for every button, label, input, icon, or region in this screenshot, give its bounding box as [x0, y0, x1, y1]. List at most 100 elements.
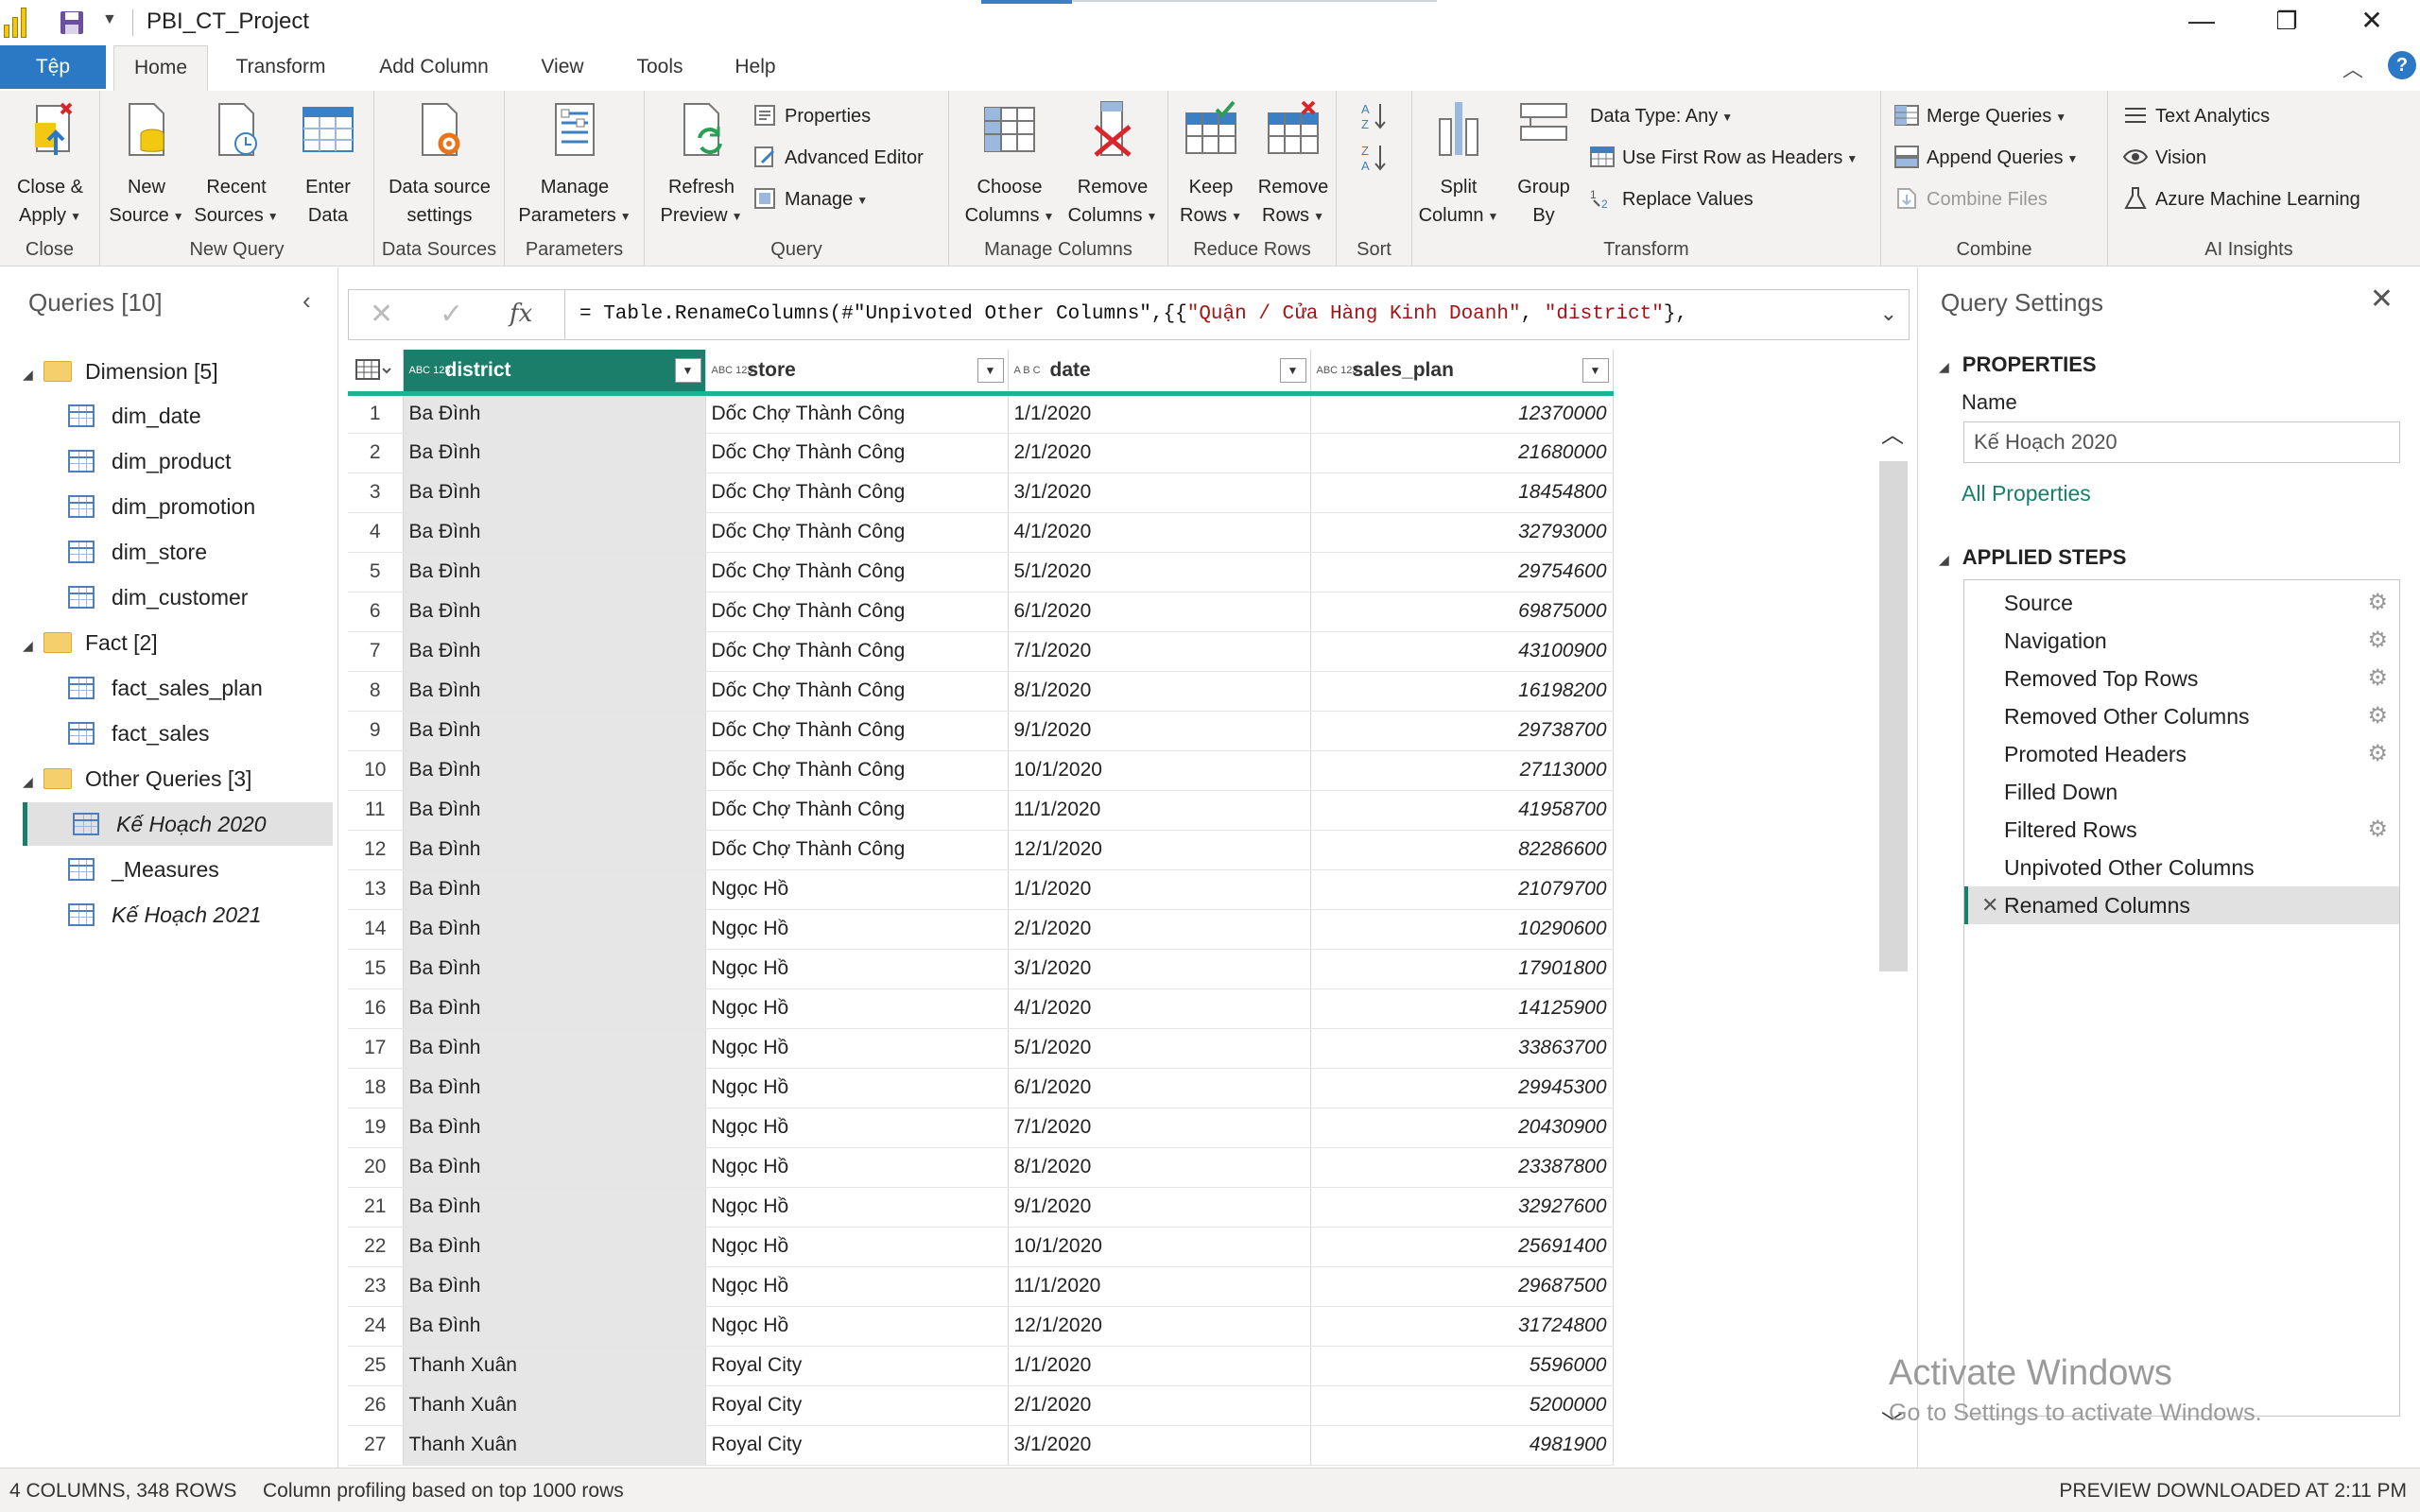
choose-columns-button[interactable]: Choose Columns ▼ [953, 100, 1066, 231]
cell-store[interactable]: Dốc Chợ Thành Công [705, 750, 1009, 791]
cell-store[interactable]: Dốc Chợ Thành Công [705, 631, 1009, 672]
cell-district[interactable]: Ba Đình [403, 1147, 706, 1188]
cell-district[interactable]: Thanh Xuân [403, 1346, 706, 1386]
cell-sales-plan[interactable]: 32927600 [1310, 1187, 1614, 1228]
cell-sales-plan[interactable]: 10290600 [1310, 909, 1614, 950]
cell-sales-plan[interactable]: 69875000 [1310, 592, 1614, 632]
cell-date[interactable]: 2/1/2020 [1008, 433, 1311, 473]
cell-sales-plan[interactable]: 43100900 [1310, 631, 1614, 672]
cell-sales-plan[interactable]: 14125900 [1310, 988, 1614, 1029]
query-folder-other[interactable]: ◢ Other Queries [3] [23, 757, 335, 800]
cell-sales-plan[interactable]: 32793000 [1310, 512, 1614, 553]
vertical-scrollbar[interactable]: ︿ ﹀ [1877, 416, 1910, 1455]
cell-sales-plan[interactable]: 29754600 [1310, 552, 1614, 593]
cell-sales-plan[interactable]: 5200000 [1310, 1385, 1614, 1426]
close-settings-icon[interactable]: ✕ [2370, 283, 2394, 316]
cell-district[interactable]: Ba Đình [403, 750, 706, 791]
cell-store[interactable]: Ngọc Hồ [705, 1227, 1009, 1267]
append-queries-button[interactable]: Append Queries ▼ [1894, 142, 2078, 174]
cell-date[interactable]: 1/1/2020 [1008, 1346, 1311, 1386]
cell-store[interactable]: Ngọc Hồ [705, 909, 1009, 950]
cell-store[interactable]: Dốc Chợ Thành Công [705, 592, 1009, 632]
cell-store[interactable]: Royal City [705, 1346, 1009, 1386]
cell-date[interactable]: 4/1/2020 [1008, 988, 1311, 1029]
cell-sales-plan[interactable]: 31724800 [1310, 1306, 1614, 1347]
vision-button[interactable]: Vision [2122, 142, 2206, 174]
fx-icon[interactable]: fx [510, 300, 532, 328]
cell-store[interactable]: Ngọc Hồ [705, 1068, 1009, 1108]
text-analytics-button[interactable]: Text Analytics [2123, 100, 2270, 132]
cell-district[interactable]: Ba Đình [403, 1187, 706, 1228]
cell-store[interactable]: Dốc Chợ Thành Công [705, 433, 1009, 473]
sort-ascending-button[interactable]: AZ [1361, 100, 1388, 132]
cell-sales-plan[interactable]: 21079700 [1310, 869, 1614, 910]
manage-parameters-button[interactable]: Manage Parameters ▼ [509, 100, 641, 231]
column-header-store[interactable]: ABC 123store ▼ [705, 350, 1009, 396]
group-by-button[interactable]: Group By [1507, 100, 1581, 230]
query-item-dim-date[interactable]: dim_date [68, 394, 333, 438]
properties-section[interactable]: ◢ PROPERTIES [1939, 352, 2097, 377]
cell-district[interactable]: Ba Đình [403, 393, 706, 434]
remove-columns-button[interactable]: Remove Columns ▼ [1059, 100, 1167, 231]
cell-district[interactable]: Ba Đình [403, 512, 706, 553]
cell-date[interactable]: 5/1/2020 [1008, 552, 1311, 593]
query-folder-dimension[interactable]: ◢ Dimension [5] [23, 350, 335, 393]
cell-store[interactable]: Ngọc Hồ [705, 1147, 1009, 1188]
cancel-formula-icon[interactable]: ✕ [370, 298, 393, 331]
cell-sales-plan[interactable]: 23387800 [1310, 1147, 1614, 1188]
status-profiling[interactable]: Column profiling based on top 1000 rows [263, 1480, 624, 1503]
tab-file[interactable]: Tệp [0, 45, 106, 89]
cell-district[interactable]: Ba Đình [403, 1108, 706, 1148]
sort-descending-button[interactable]: ZA [1361, 142, 1388, 174]
applied-step[interactable]: Removed Top Rows ⚙ [1964, 660, 2399, 697]
cell-date[interactable]: 1/1/2020 [1008, 393, 1311, 434]
applied-step[interactable]: Removed Other Columns ⚙ [1964, 697, 2399, 735]
column-filter-icon[interactable]: ▼ [1582, 358, 1609, 383]
query-item-dim-product[interactable]: dim_product [68, 439, 333, 483]
cell-store[interactable]: Dốc Chợ Thành Công [705, 671, 1009, 712]
cell-date[interactable]: 2/1/2020 [1008, 1385, 1311, 1426]
merge-queries-dropdown-icon[interactable]: ▼ [2055, 111, 2066, 124]
cell-date[interactable]: 3/1/2020 [1008, 472, 1311, 513]
expand-formula-icon[interactable]: ⌄ [1880, 301, 1897, 326]
append-queries-dropdown-icon[interactable]: ▼ [2067, 152, 2079, 165]
cell-sales-plan[interactable]: 20430900 [1310, 1108, 1614, 1148]
tab-transform[interactable]: Transform [219, 45, 342, 89]
step-settings-gear-icon[interactable]: ⚙ [2367, 697, 2388, 735]
cell-store[interactable]: Ngọc Hồ [705, 1266, 1009, 1307]
remove-rows-dropdown-icon[interactable]: ▼ [1313, 210, 1324, 223]
cell-store[interactable]: Dốc Chợ Thành Công [705, 790, 1009, 831]
delete-step-icon[interactable]: ✕ [1981, 886, 1998, 924]
column-filter-icon[interactable]: ▼ [1279, 358, 1306, 383]
cell-district[interactable]: Ba Đình [403, 1227, 706, 1267]
cell-district[interactable]: Ba Đình [403, 909, 706, 950]
cell-date[interactable]: 6/1/2020 [1008, 592, 1311, 632]
cell-sales-plan[interactable]: 29738700 [1310, 711, 1614, 751]
cell-date[interactable]: 2/1/2020 [1008, 909, 1311, 950]
query-item-dim-promotion[interactable]: dim_promotion [68, 485, 333, 528]
cell-sales-plan[interactable]: 27113000 [1310, 750, 1614, 791]
cell-sales-plan[interactable]: 21680000 [1310, 433, 1614, 473]
tab-help[interactable]: Help [724, 45, 786, 89]
cell-sales-plan[interactable]: 29945300 [1310, 1068, 1614, 1108]
applied-step[interactable]: Unpivoted Other Columns [1964, 849, 2399, 886]
split-column-button[interactable]: Split Column ▼ [1412, 100, 1505, 231]
expand-triangle-icon[interactable]: ◢ [23, 760, 43, 803]
collapse-ribbon-icon[interactable]: ︿ [2342, 53, 2363, 83]
manage-parameters-dropdown-icon[interactable]: ▼ [620, 210, 631, 223]
query-item-fact-sales-plan[interactable]: fact_sales_plan [68, 666, 333, 710]
cell-store[interactable]: Dốc Chợ Thành Công [705, 393, 1009, 434]
data-type-dropdown[interactable]: Data Type: Any ▼ [1590, 100, 1733, 132]
advanced-editor-button[interactable]: Advanced Editor [752, 142, 924, 174]
cell-district[interactable]: Ba Đình [403, 1306, 706, 1347]
cell-district[interactable]: Ba Đình [403, 671, 706, 712]
tab-home[interactable]: Home [113, 45, 208, 91]
azure-ml-button[interactable]: Azure Machine Learning [2123, 183, 2360, 215]
cell-district[interactable]: Ba Đình [403, 1028, 706, 1069]
collapse-queries-icon[interactable]: ‹ [302, 286, 311, 316]
cell-district[interactable]: Ba Đình [403, 711, 706, 751]
cell-store[interactable]: Ngọc Hồ [705, 1306, 1009, 1347]
minimize-button[interactable]: — [2159, 2, 2244, 40]
step-settings-gear-icon[interactable]: ⚙ [2367, 735, 2388, 773]
formula-input[interactable]: = Table.RenameColumns(#"Unpivoted Other … [579, 303, 1687, 325]
